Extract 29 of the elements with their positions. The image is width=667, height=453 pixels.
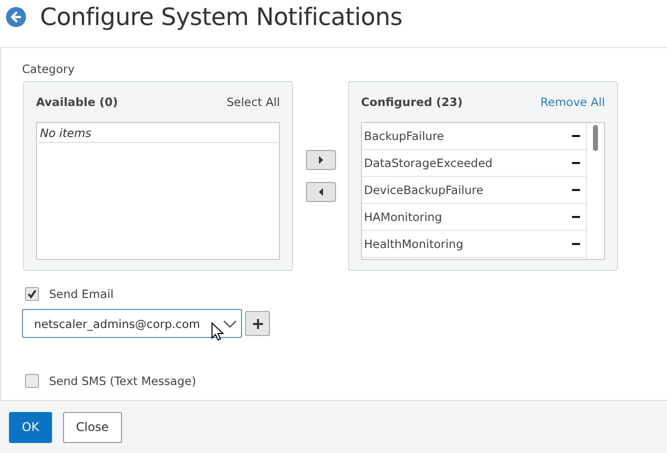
email-select[interactable]: netscaler_admins@corp.com (22, 309, 242, 338)
plus-icon (252, 318, 264, 330)
add-button[interactable] (245, 311, 270, 336)
triangle-right-icon (318, 156, 324, 164)
scrollbar-thumb[interactable] (593, 125, 598, 151)
list-item[interactable]: HealthMonitoring (364, 237, 464, 251)
panel-title: Configured (23) (361, 95, 463, 109)
move-right-button[interactable] (306, 150, 336, 170)
panel-title: Available (0) (36, 95, 118, 109)
send-email-checkbox[interactable] (25, 287, 39, 301)
cursor-icon (211, 322, 225, 342)
category-label: Category (22, 62, 76, 76)
close-button[interactable]: Close (63, 412, 122, 442)
select-all-link[interactable]: Select All (226, 95, 280, 109)
back-icon[interactable] (6, 6, 26, 26)
list-item[interactable]: DataStorageExceeded (364, 156, 492, 170)
ok-button[interactable]: OK (9, 412, 52, 442)
send-sms-checkbox[interactable] (25, 374, 39, 388)
move-left-button[interactable] (306, 182, 336, 202)
chevron-down-icon (223, 320, 237, 328)
triangle-left-icon (318, 188, 324, 196)
send-email-label: Send Email (49, 287, 114, 301)
empty-text: No items (38, 124, 278, 143)
page-title: Configure System Notifications (40, 2, 402, 30)
list-item[interactable]: HAMonitoring (364, 210, 442, 224)
remove-all-link[interactable]: Remove All (540, 95, 605, 109)
list-item[interactable]: BackupFailure (364, 129, 444, 143)
list-item[interactable]: DeviceBackupFailure (364, 183, 484, 197)
send-sms-label: Send SMS (Text Message) (49, 374, 196, 388)
